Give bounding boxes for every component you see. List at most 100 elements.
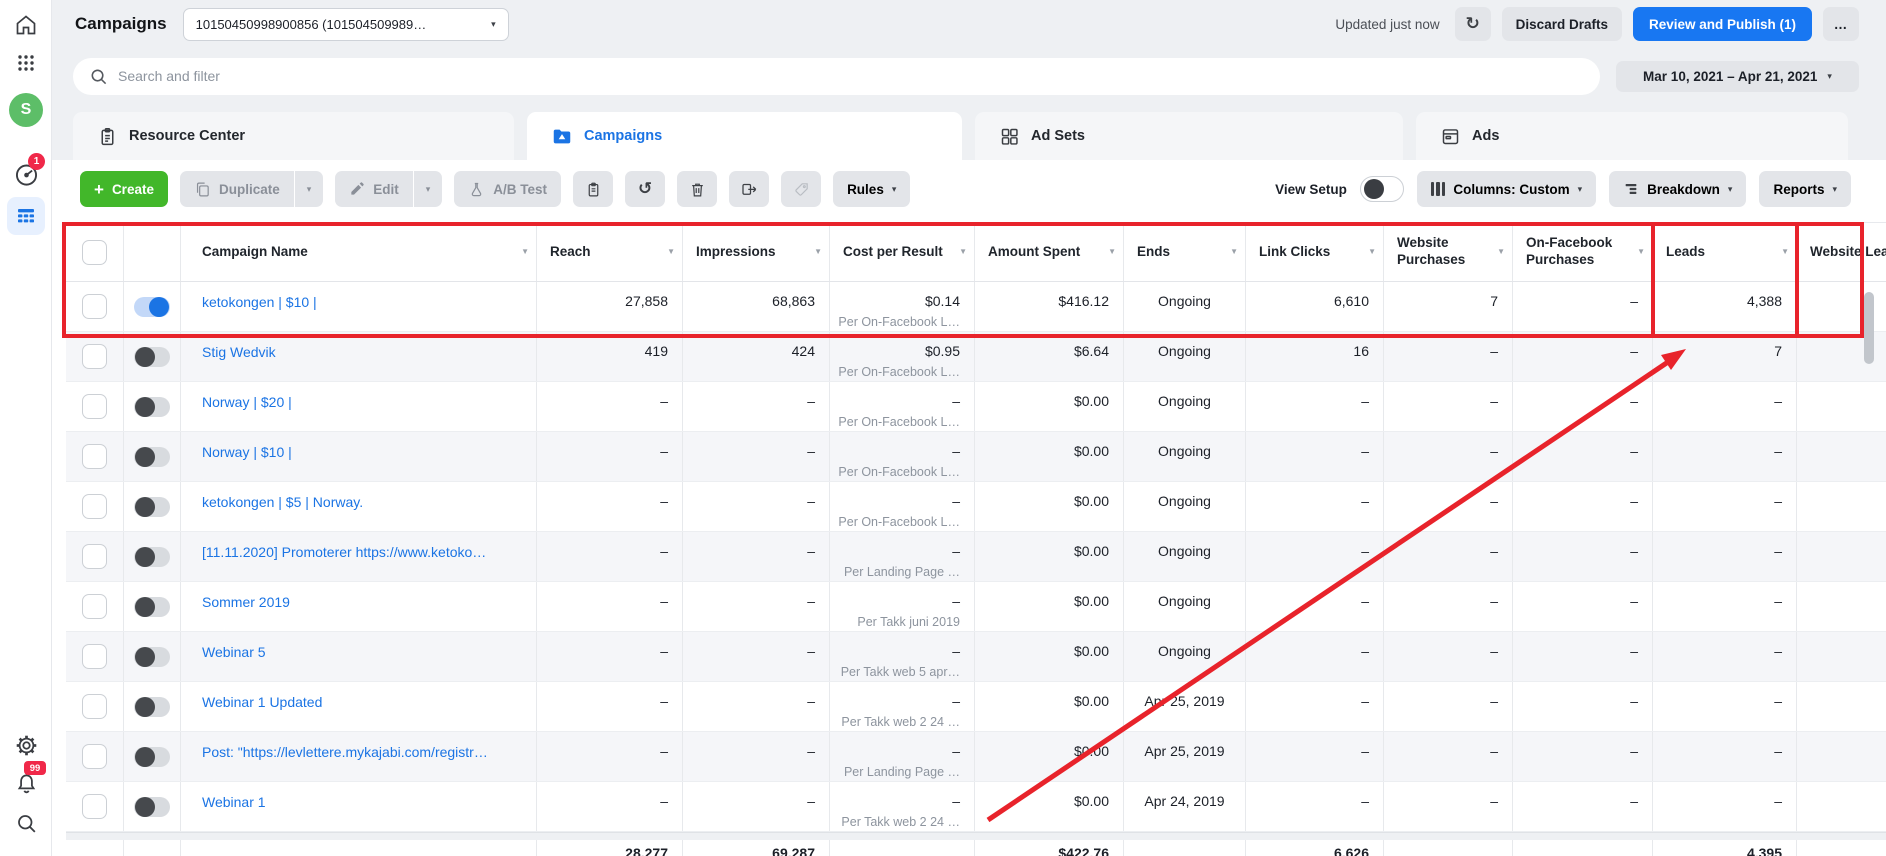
account-quality-gauge-icon[interactable]: 1 — [0, 160, 52, 188]
row-checkbox[interactable] — [82, 544, 107, 569]
cell-cost-per-result-sub: Per Takk web 2 24 … — [836, 715, 960, 729]
edit-button[interactable]: Edit — [335, 171, 413, 207]
header-reach[interactable]: Reach▼ — [537, 223, 683, 281]
account-dropdown[interactable]: 10150450998900856 (101504509989… ▾ — [183, 8, 509, 41]
campaign-status-toggle[interactable] — [134, 547, 170, 567]
campaign-name-link[interactable]: Webinar 5 — [202, 644, 266, 660]
campaign-status-toggle[interactable] — [134, 747, 170, 767]
header-impressions[interactable]: Impressions▼ — [683, 223, 830, 281]
create-button[interactable]: + Create — [80, 171, 168, 207]
row-checkbox[interactable] — [82, 394, 107, 419]
search-bar[interactable] — [73, 58, 1600, 95]
header-website-purchases[interactable]: Website Purchases▼ — [1384, 223, 1513, 281]
cell-cost-per-result-sub: Per On-Facebook L… — [836, 315, 960, 329]
left-nav-rail: S 1 99 — [0, 0, 52, 856]
header-campaign-name[interactable]: Campaign Name▼ — [181, 223, 537, 281]
discard-drafts-button[interactable]: Discard Drafts — [1502, 7, 1622, 41]
edit-caret-button[interactable]: ▾ — [414, 171, 443, 207]
duplicate-button[interactable]: Duplicate — [180, 171, 294, 207]
tab-campaigns[interactable]: Campaigns — [527, 112, 962, 160]
cell-on-facebook-purchases: – — [1630, 693, 1638, 709]
trash-icon — [689, 181, 706, 198]
campaign-name-link[interactable]: Webinar 1 — [202, 794, 266, 810]
row-checkbox[interactable] — [82, 594, 107, 619]
export-button[interactable] — [729, 171, 769, 207]
notifications-bell-icon[interactable]: 99 — [0, 770, 52, 796]
view-setup-toggle[interactable] — [1360, 176, 1404, 202]
campaign-status-toggle[interactable] — [134, 697, 170, 717]
campaign-name-link[interactable]: Norway | $20 | — [202, 394, 292, 410]
sort-caret-icon: ▼ — [814, 247, 822, 257]
header-link-clicks[interactable]: Link Clicks▼ — [1246, 223, 1384, 281]
rules-button[interactable]: Rules ▾ — [833, 171, 910, 207]
tab-resource-center[interactable]: Resource Center — [73, 112, 514, 160]
cell-amount-spent: $0.00 — [1074, 443, 1109, 459]
cell-impressions: – — [807, 743, 815, 759]
cell-website-purchases: – — [1490, 443, 1498, 459]
row-checkbox[interactable] — [82, 644, 107, 669]
campaign-status-toggle[interactable] — [134, 797, 170, 817]
campaign-status-toggle[interactable] — [134, 497, 170, 517]
tag-button[interactable] — [781, 171, 821, 207]
header-amount-spent[interactable]: Amount Spent▼ — [975, 223, 1124, 281]
header-ends[interactable]: Ends▼ — [1124, 223, 1246, 281]
row-checkbox[interactable] — [82, 794, 107, 819]
header-cost-per-result[interactable]: Cost per Result▼ — [830, 223, 975, 281]
row-checkbox[interactable] — [82, 694, 107, 719]
cell-amount-spent: $0.00 — [1074, 793, 1109, 809]
row-checkbox[interactable] — [82, 494, 107, 519]
campaign-name-link[interactable]: Webinar 1 Updated — [202, 694, 322, 710]
undo-button[interactable]: ↺ — [625, 171, 665, 207]
paste-clipboard-button[interactable] — [573, 171, 613, 207]
campaign-name-link[interactable]: [11.11.2020] Promoterer https://www.keto… — [202, 544, 486, 560]
sidebar-search-icon[interactable] — [0, 810, 52, 836]
campaign-name-link[interactable]: Stig Wedvik — [202, 344, 276, 360]
campaign-status-toggle[interactable] — [134, 647, 170, 667]
cell-leads: – — [1774, 443, 1782, 459]
home-icon[interactable] — [0, 12, 52, 38]
campaign-name-link[interactable]: Sommer 2019 — [202, 594, 290, 610]
row-checkbox[interactable] — [82, 294, 107, 319]
campaign-status-toggle[interactable] — [134, 597, 170, 617]
row-checkbox[interactable] — [82, 744, 107, 769]
campaign-status-toggle[interactable] — [134, 297, 170, 317]
date-range-selector[interactable]: Mar 10, 2021 – Apr 21, 2021 ▾ — [1616, 61, 1859, 92]
duplicate-label: Duplicate — [219, 182, 280, 197]
campaign-name-link[interactable]: Norway | $10 | — [202, 444, 292, 460]
row-checkbox[interactable] — [82, 444, 107, 469]
more-options-button[interactable]: … — [1823, 7, 1859, 41]
ads-manager-active-icon[interactable] — [0, 197, 52, 235]
campaign-name-link[interactable]: ketokongen | $5 | Norway. — [202, 494, 363, 510]
tab-ads[interactable]: Ads — [1416, 112, 1848, 160]
create-label: Create — [112, 182, 154, 197]
reports-button[interactable]: Reports ▾ — [1759, 171, 1851, 207]
campaign-status-toggle[interactable] — [134, 347, 170, 367]
tab-ad-sets[interactable]: Ad Sets — [975, 112, 1403, 160]
pencil-icon — [349, 181, 365, 197]
ab-test-button[interactable]: A/B Test — [454, 171, 561, 207]
row-checkbox[interactable] — [82, 344, 107, 369]
vertical-scrollbar-thumb[interactable] — [1864, 292, 1874, 364]
header-leads[interactable]: Leads▼ — [1653, 223, 1797, 281]
campaign-status-toggle[interactable] — [134, 397, 170, 417]
settings-gear-icon[interactable] — [0, 732, 52, 758]
search-input[interactable] — [118, 68, 1584, 84]
cell-website-purchases: 7 — [1490, 293, 1498, 309]
cell-on-facebook-purchases: – — [1630, 343, 1638, 359]
campaign-status-toggle[interactable] — [134, 447, 170, 467]
review-publish-button[interactable]: Review and Publish (1) — [1633, 7, 1812, 41]
user-avatar[interactable]: S — [0, 93, 52, 127]
columns-button[interactable]: Columns: Custom ▾ — [1417, 171, 1596, 207]
select-all-checkbox[interactable] — [82, 240, 107, 265]
duplicate-caret-button[interactable]: ▾ — [295, 171, 324, 207]
delete-button[interactable] — [677, 171, 717, 207]
cell-impressions: – — [807, 643, 815, 659]
campaign-name-link[interactable]: Post: "https://levlettere.mykajabi.com/r… — [202, 744, 488, 760]
refresh-button[interactable]: ↻ — [1455, 7, 1491, 41]
header-website-leads[interactable]: Website Leads — [1797, 223, 1886, 281]
header-on-facebook-purchases[interactable]: On-Facebook Purchases▼ — [1513, 223, 1653, 281]
apps-grid-icon[interactable] — [0, 50, 52, 76]
campaign-name-link[interactable]: ketokongen | $10 | — [202, 294, 317, 310]
breakdown-button[interactable]: Breakdown ▾ — [1609, 171, 1746, 207]
tab-label: Campaigns — [584, 128, 662, 144]
